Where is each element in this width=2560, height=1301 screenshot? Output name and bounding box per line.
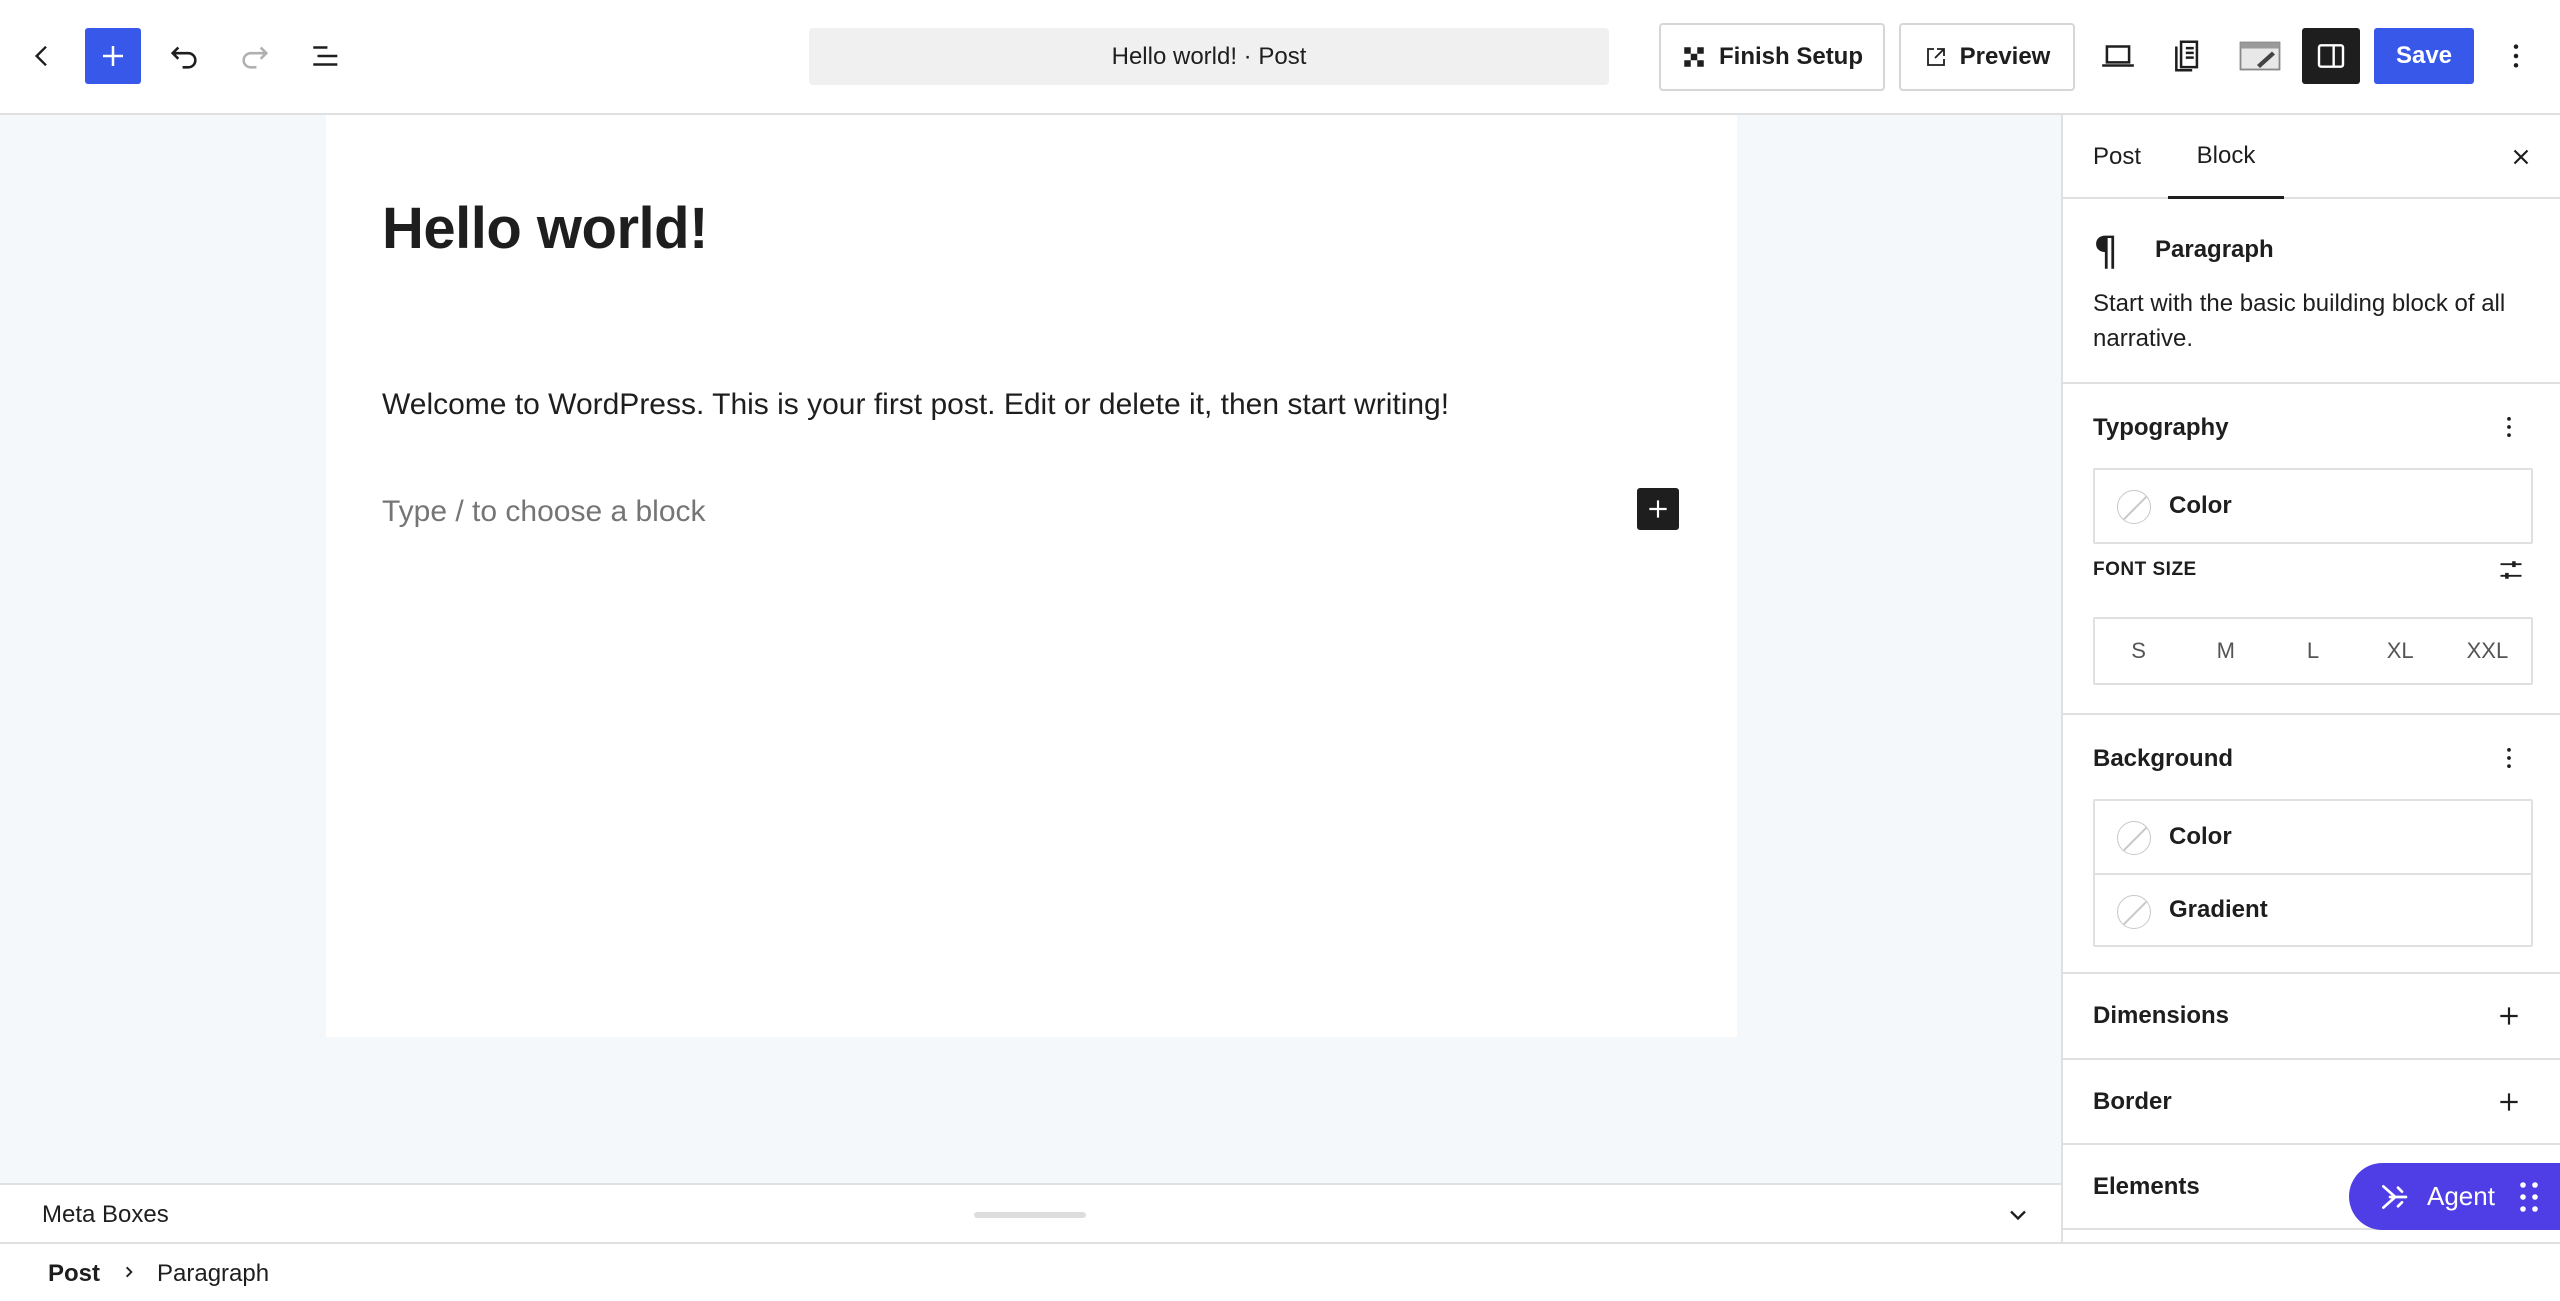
finish-setup-label: Finish Setup — [1719, 43, 1863, 70]
border-title: Border — [2093, 1088, 2172, 1115]
text-color-label: Color — [2169, 492, 2232, 519]
plus-icon — [2500, 1093, 2518, 1111]
document-overview-button[interactable] — [298, 28, 354, 84]
preview-button[interactable]: Preview — [1899, 23, 2075, 91]
editor-canvas: Hello world! Welcome to WordPress. This … — [0, 115, 2061, 1183]
elements-title: Elements — [2093, 1173, 2200, 1200]
redo-icon — [242, 46, 269, 69]
settings-sidebar-toggle[interactable] — [2302, 28, 2360, 84]
finish-setup-button[interactable]: Finish Setup — [1659, 23, 1885, 91]
view-post-button[interactable] — [2161, 28, 2217, 84]
settings-sliders-icon — [2500, 561, 2522, 579]
block-name: Paragraph — [2155, 236, 2274, 263]
plus-icon — [2500, 1007, 2518, 1025]
more-vertical-icon — [2507, 747, 2511, 769]
custom-font-size-button[interactable] — [2495, 554, 2527, 586]
sidebar-tabs: Post Block — [2063, 115, 2560, 199]
typography-color-group: Color — [2093, 468, 2533, 544]
meta-boxes-panel: Meta Boxes — [0, 1183, 2061, 1242]
undo-button[interactable] — [156, 28, 212, 84]
breadcrumb-post[interactable]: Post — [48, 1260, 100, 1288]
background-color-label: Color — [2169, 823, 2232, 850]
gradient-control[interactable]: Gradient — [2095, 873, 2531, 945]
agent-label: Agent — [2427, 1181, 2495, 1211]
breadcrumb: Post Paragraph — [0, 1242, 2560, 1301]
undo-icon — [170, 46, 197, 69]
editor-toolbar: Hello world! · Post Finish Setup Preview… — [0, 0, 2560, 115]
typography-options-button[interactable] — [2493, 411, 2525, 443]
font-size-option[interactable]: M — [2182, 619, 2269, 683]
more-vertical-icon — [2507, 416, 2511, 438]
plus-icon — [1649, 500, 1667, 518]
tab-block[interactable]: Block — [2168, 115, 2284, 199]
dimensions-panel[interactable]: Dimensions — [2063, 974, 2560, 1060]
setup-logo-icon — [1684, 47, 1704, 67]
meta-boxes-toggle[interactable] — [2002, 1199, 2034, 1231]
close-icon — [2513, 149, 2529, 165]
custom-plugin-button[interactable] — [2232, 28, 2288, 84]
post-title[interactable]: Hello world! — [382, 195, 708, 262]
meta-boxes-label: Meta Boxes — [42, 1201, 169, 1228]
block-card: ¶ Paragraph Start with the basic buildin… — [2063, 199, 2560, 384]
empty-swatch-icon — [2117, 821, 2151, 855]
options-menu-button[interactable] — [2491, 28, 2541, 84]
dimensions-add-button[interactable] — [2493, 1000, 2525, 1032]
font-size-option[interactable]: XXL — [2444, 619, 2531, 683]
laptop-icon — [2102, 45, 2134, 67]
font-size-option[interactable]: S — [2095, 619, 2182, 683]
tab-post[interactable]: Post — [2093, 115, 2141, 199]
background-color-control[interactable]: Color — [2095, 801, 2531, 873]
paragraph-block[interactable]: Welcome to WordPress. This is your first… — [382, 388, 1449, 422]
empty-swatch-icon — [2117, 895, 2151, 929]
background-options-button[interactable] — [2493, 742, 2525, 774]
back-button[interactable] — [14, 28, 70, 84]
font-size-picker: S M L XL XXL — [2093, 617, 2533, 685]
more-vertical-icon — [2513, 44, 2519, 68]
agent-sparkle-icon — [2382, 1185, 2408, 1209]
border-add-button[interactable] — [2493, 1086, 2525, 1118]
dimensions-title: Dimensions — [2093, 1002, 2230, 1029]
font-size-label: FONT SIZE — [2093, 559, 2197, 580]
document-title-bar[interactable]: Hello world! · Post — [809, 28, 1609, 85]
typography-panel: Typography Color FONT SIZE S M L XL XXL — [2063, 384, 2560, 715]
text-color-control[interactable]: Color — [2095, 470, 2531, 542]
block-description: Start with the basic building block of a… — [2093, 290, 2506, 352]
external-link-icon — [1926, 48, 1945, 66]
add-block-button[interactable] — [1637, 488, 1679, 530]
border-panel[interactable]: Border — [2063, 1060, 2560, 1145]
sidebar-icon — [2317, 44, 2345, 68]
device-preview-button[interactable] — [2090, 28, 2146, 84]
drag-grip-icon[interactable] — [2517, 1179, 2541, 1215]
background-color-group: Color Gradient — [2093, 799, 2533, 947]
breadcrumb-paragraph[interactable]: Paragraph — [157, 1260, 269, 1288]
block-placeholder[interactable]: Type / to choose a block — [382, 495, 706, 529]
chevron-down-icon — [2010, 1210, 2026, 1221]
resize-handle[interactable] — [974, 1212, 1086, 1218]
gradient-label: Gradient — [2169, 896, 2268, 923]
plus-icon — [103, 46, 123, 66]
typography-title: Typography — [2093, 414, 2229, 441]
empty-swatch-icon — [2117, 490, 2151, 524]
background-panel: Background Color Gradient — [2063, 715, 2560, 974]
chevron-right-icon — [120, 1258, 138, 1293]
post-page: Hello world! Welcome to WordPress. This … — [326, 115, 1737, 1037]
font-size-option[interactable]: XL — [2357, 619, 2444, 683]
background-title: Background — [2093, 745, 2234, 772]
list-view-icon — [313, 46, 338, 66]
font-size-option[interactable]: L — [2269, 619, 2356, 683]
block-inserter-button[interactable] — [85, 28, 141, 84]
paragraph-icon: ¶ — [2093, 229, 2119, 275]
document-pages-icon — [2175, 40, 2199, 72]
edit-panel-icon — [2239, 41, 2281, 71]
preview-label: Preview — [1959, 43, 2051, 70]
save-button[interactable]: Save — [2374, 28, 2474, 84]
settings-sidebar: Post Block ¶ Paragraph Start with the ba… — [2061, 115, 2560, 1242]
close-sidebar-button[interactable] — [2503, 139, 2539, 175]
agent-button[interactable]: Agent — [2349, 1163, 2560, 1230]
chevron-left-icon — [34, 45, 47, 67]
redo-button[interactable] — [227, 28, 283, 84]
